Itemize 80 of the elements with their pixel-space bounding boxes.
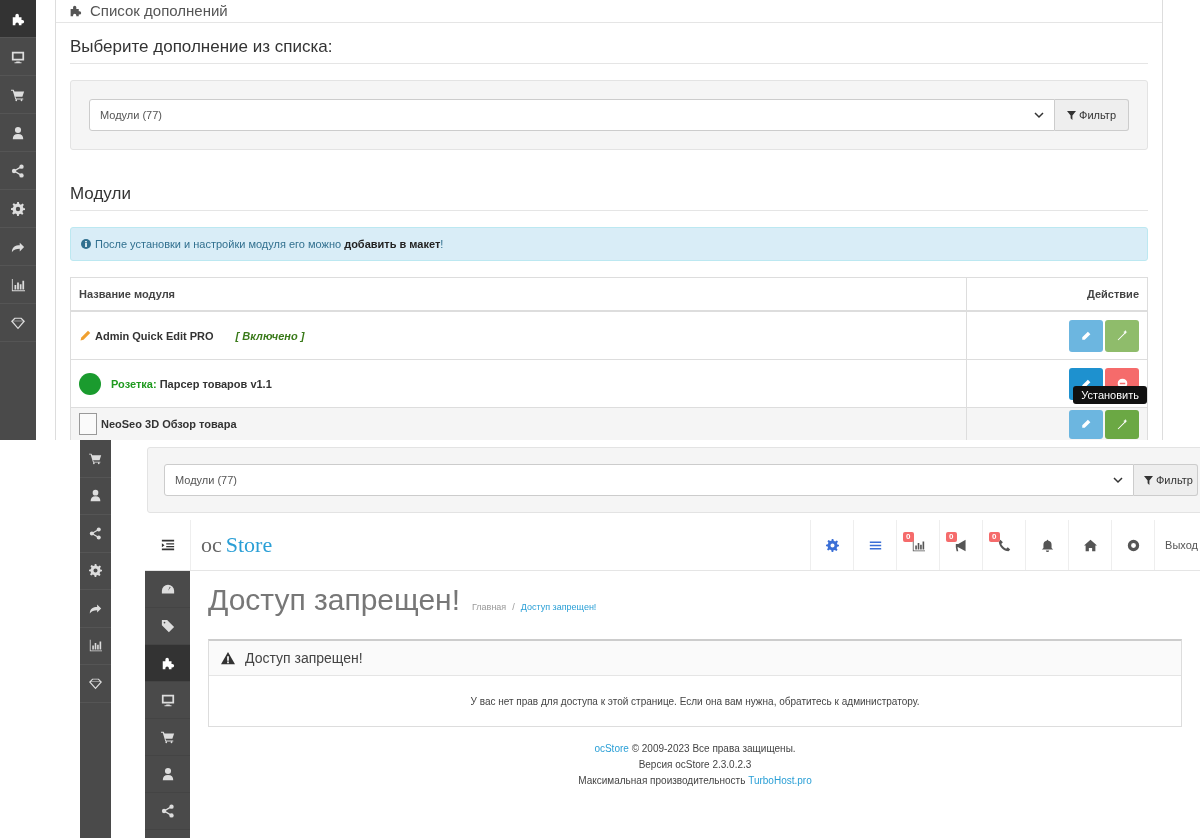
gear-icon — [11, 201, 25, 216]
count-badge: 0 — [946, 532, 957, 542]
chevron-icon — [1034, 110, 1045, 120]
logout-link[interactable]: Выход — [1154, 520, 1200, 570]
diamond-icon — [89, 676, 102, 690]
host-link[interactable]: TurboHost.pro — [748, 775, 812, 786]
tags-icon — [160, 619, 175, 633]
sidebar-item[interactable] — [0, 0, 36, 38]
header-button[interactable]: 0 — [939, 520, 983, 570]
funnel-icon — [1067, 110, 1077, 120]
home-icon — [1083, 538, 1097, 552]
breadcrumb-link[interactable]: Доступ запрещен! — [520, 602, 597, 612]
sidebar-item[interactable] — [145, 645, 190, 682]
gauge-icon — [160, 582, 175, 596]
copyright-text: ocStore © 2009-2023 Все права защищены. — [593, 742, 797, 756]
filter-button[interactable]: Фильтр — [1134, 464, 1198, 496]
megaphone-icon — [954, 538, 968, 552]
status-label: [ Включено ] — [235, 329, 305, 342]
header-button[interactable]: 0 — [896, 520, 940, 570]
module-name: Admin Quick Edit PRO — [95, 329, 214, 342]
pencil-icon — [1081, 419, 1091, 429]
cart-icon — [89, 451, 102, 465]
user-icon — [160, 767, 175, 781]
lifebuoy-icon — [1126, 538, 1140, 552]
breadcrumb-separator: / — [512, 602, 515, 612]
share-icon — [11, 163, 25, 178]
count-badge: 0 — [989, 532, 1000, 542]
gear-icon — [825, 538, 839, 552]
version-text: Версия ocStore 2.3.0.2.3 — [637, 758, 753, 772]
warning-icon — [221, 651, 235, 665]
pencil-icon — [79, 329, 91, 342]
tooltip: Установить — [1073, 385, 1147, 404]
column-header: Название модуля — [70, 277, 967, 311]
page-title: Доступ запрещен! — [208, 583, 460, 617]
pencil-icon — [1081, 330, 1091, 341]
chevron-icon — [1113, 475, 1123, 485]
info-icon — [81, 239, 91, 249]
type-select[interactable]: Модули (77) — [164, 464, 1134, 496]
list-icon — [868, 538, 882, 552]
section-heading: Модули — [70, 170, 1148, 211]
module-name: Розетка: Парсер товаров v1.1 — [111, 377, 272, 390]
bar-chart-icon — [89, 639, 102, 653]
cart-icon — [11, 87, 25, 102]
wand-icon — [1116, 330, 1128, 341]
wand-icon — [1116, 418, 1128, 430]
share-icon — [160, 804, 175, 818]
puzzle-icon — [69, 3, 82, 17]
type-select[interactable]: Модули (77) — [89, 99, 1056, 131]
section-heading: Выберите дополнение из списка: — [70, 23, 1148, 64]
bar-chart-icon — [911, 538, 925, 552]
logo[interactable]: oc Store — [191, 520, 811, 570]
bell-icon — [1040, 538, 1054, 552]
gear-icon — [89, 564, 102, 578]
phone-icon — [997, 538, 1011, 552]
user-icon — [89, 489, 102, 503]
column-header: Действие — [966, 277, 1148, 311]
puzzle-icon — [11, 11, 25, 26]
breadcrumb-link[interactable]: Главная — [472, 602, 507, 612]
count-badge: 0 — [903, 532, 914, 542]
monitor-icon — [11, 49, 25, 64]
cart-icon — [160, 730, 175, 744]
avatar — [79, 372, 101, 395]
error-message: У вас нет прав для доступа к этой странице. Если она вам нужна, обратитесь к администратору. — [470, 695, 920, 707]
funnel-icon — [1144, 475, 1153, 485]
share-icon — [89, 526, 102, 540]
puzzle-icon — [160, 656, 175, 670]
install-button[interactable] — [1105, 409, 1139, 439]
module-name: NeoSeo 3D Обзор товара — [101, 418, 237, 430]
panel-title: Доступ запрещен! — [245, 650, 363, 666]
performance-text: Максимальная производительность TurboHost.pro — [577, 774, 813, 788]
user-icon — [11, 125, 25, 140]
bar-chart-icon — [11, 277, 25, 292]
header-button[interactable]: 0 — [982, 520, 1026, 570]
monitor-icon — [160, 693, 175, 707]
info-alert: После установки и настройки модуля его можно добавить в макет! — [70, 227, 1148, 261]
diamond-icon — [11, 315, 25, 330]
menu-toggle-icon — [160, 538, 175, 552]
card-heading: Список дополнений — [90, 1, 228, 19]
filter-button[interactable]: Фильтр — [1055, 99, 1129, 131]
brand-link[interactable]: ocStore — [594, 743, 629, 754]
